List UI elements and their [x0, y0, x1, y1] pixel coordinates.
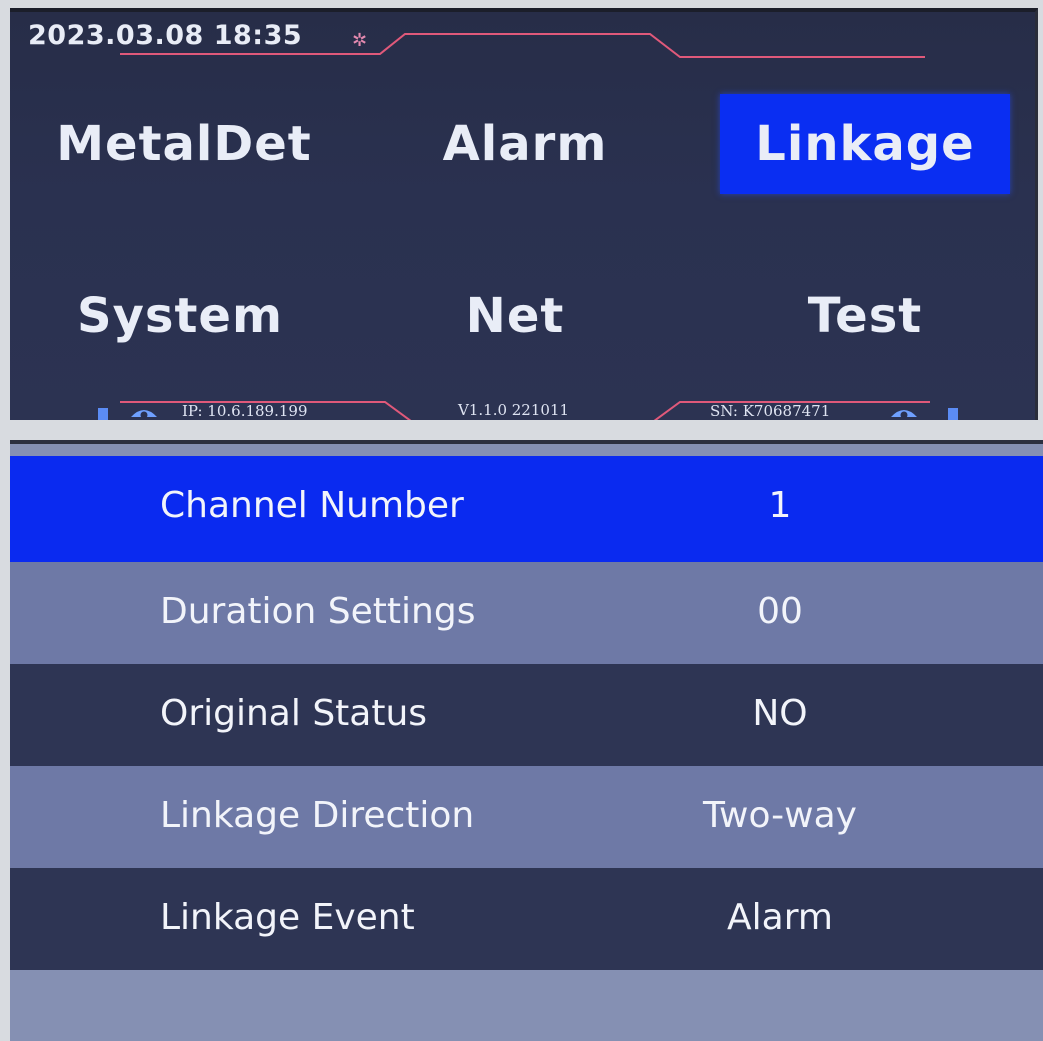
- menu-item-test[interactable]: Test: [780, 266, 950, 366]
- eye-icon: [131, 410, 157, 419]
- menu-item-net[interactable]: Net: [440, 266, 590, 366]
- setting-label: Original Status: [160, 693, 428, 734]
- link-icon: ✲: [352, 30, 368, 51]
- empty-row: [10, 970, 1043, 1041]
- setting-row-linkage-direction[interactable]: Linkage Direction Two-way: [10, 766, 1043, 868]
- serial-number: SN: K70687471: [710, 402, 831, 420]
- setting-value: Two-way: [703, 795, 857, 836]
- eye-icon: [891, 410, 917, 419]
- status-indicator-left: [98, 408, 108, 420]
- menu-item-system[interactable]: System: [50, 266, 310, 366]
- setting-row-original-status[interactable]: Original Status NO: [10, 664, 1043, 766]
- setting-value: NO: [752, 693, 808, 734]
- setting-label: Linkage Direction: [160, 795, 475, 836]
- setting-row-linkage-event[interactable]: Linkage Event Alarm: [10, 868, 1043, 970]
- setting-label: Linkage Event: [160, 897, 415, 938]
- firmware-version: V1.1.0 221011: [458, 401, 570, 419]
- setting-label: Channel Number: [160, 485, 464, 526]
- datetime-display: 2023.03.08 18:35: [28, 20, 303, 51]
- status-indicator-right: [948, 408, 958, 420]
- ip-address: IP: 10.6.189.199: [182, 402, 308, 420]
- menu-item-metaldet[interactable]: MetalDet: [24, 94, 344, 194]
- setting-value: 1: [768, 485, 792, 526]
- menu-item-alarm[interactable]: Alarm: [410, 94, 640, 194]
- setting-value: 00: [757, 591, 803, 632]
- setting-label: Duration Settings: [160, 591, 476, 632]
- setting-row-channel-number[interactable]: Channel Number 1: [10, 456, 1043, 562]
- menu-item-linkage[interactable]: Linkage: [720, 94, 1010, 194]
- setting-value: Alarm: [727, 897, 833, 938]
- linkage-settings-screen: Channel Number 1 Duration Settings 00 Or…: [10, 440, 1043, 1041]
- main-menu-screen: 2023.03.08 18:35 ✲ MetalDet Alarm Linkag…: [10, 8, 1038, 420]
- setting-row-duration-settings[interactable]: Duration Settings 00: [10, 562, 1043, 664]
